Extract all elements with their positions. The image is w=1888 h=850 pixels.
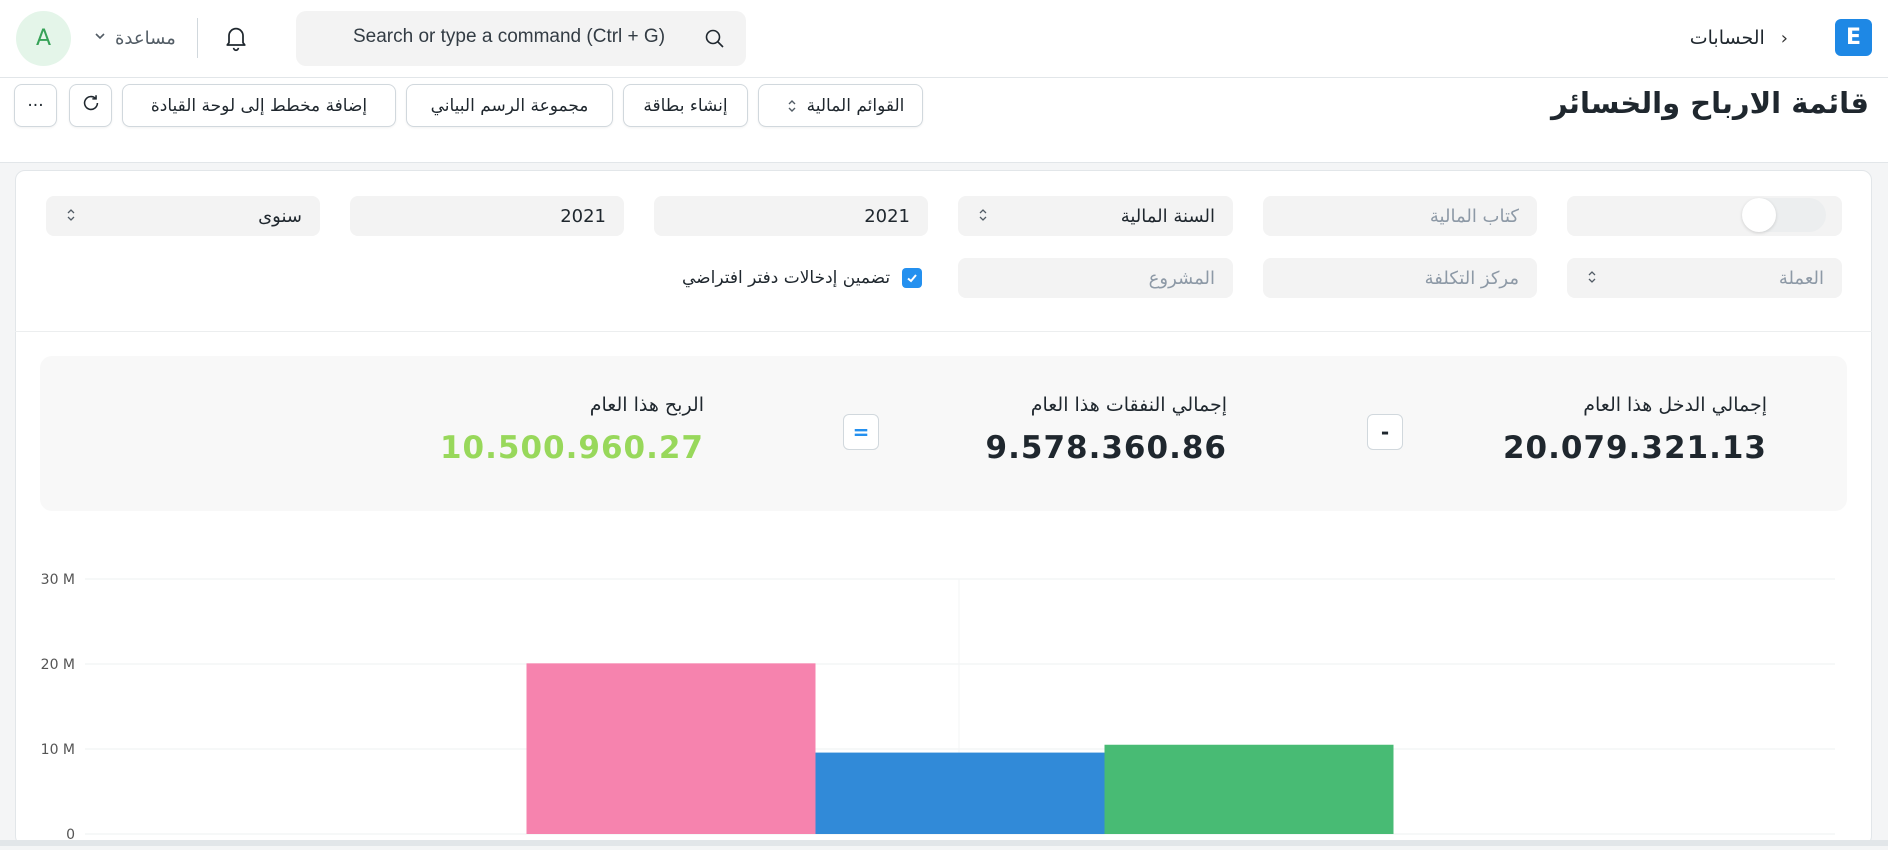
bar-series-3[interactable] xyxy=(1104,744,1394,834)
currency-select[interactable]: العملة xyxy=(1567,258,1842,298)
include-default-book-row: تضمين إدخالات دفتر افتراضي xyxy=(682,266,923,290)
y-tick-label: 20 M xyxy=(41,657,75,673)
create-card-label: إنشاء بطاقة xyxy=(643,95,728,116)
from-year-field[interactable]: 2021 xyxy=(654,196,928,236)
help-dropdown[interactable]: مساعدة xyxy=(93,24,176,52)
select-arrows-icon xyxy=(978,207,988,223)
profit-label: الربح هذا العام xyxy=(589,394,704,416)
income-label: إجمالي الدخل هذا العام xyxy=(1583,394,1767,416)
finance-book-field[interactable]: كتاب المالية xyxy=(1263,196,1537,236)
help-label: مساعدة xyxy=(115,27,176,49)
profit-value: 10.500.960.27 xyxy=(439,430,704,466)
app-logo[interactable]: E xyxy=(1835,19,1872,56)
profit-summary: الربح هذا العام 10.500.960.27 xyxy=(440,394,704,466)
from-year-value: 2021 xyxy=(864,205,910,227)
to-year-value: 2021 xyxy=(560,205,606,227)
to-year-field[interactable]: 2021 xyxy=(350,196,624,236)
chevron-down-icon xyxy=(93,29,107,47)
add-to-dashboard-button[interactable]: إضافة مخطط إلى لوحة القيادة xyxy=(122,84,396,127)
income-summary: إجمالي الدخل هذا العام 20.079.321.13 xyxy=(1503,394,1767,466)
horizontal-scrollbar[interactable] xyxy=(0,840,1888,846)
financial-statements-button[interactable]: القوائم المالية xyxy=(758,84,923,127)
summary-panel: إجمالي الدخل هذا العام 20.079.321.13 - إ… xyxy=(40,356,1847,511)
refresh-button[interactable] xyxy=(69,84,112,127)
add-to-dashboard-label: إضافة مخطط إلى لوحة القيادة xyxy=(150,95,368,116)
periodicity-select[interactable]: سنوى xyxy=(46,196,320,236)
chart-group-button[interactable]: مجموعة الرسم البياني xyxy=(406,84,613,127)
search-icon xyxy=(703,27,727,51)
toggle-switch[interactable] xyxy=(1742,198,1826,232)
y-tick-label: 10 M xyxy=(41,742,75,758)
chart-group-label: مجموعة الرسم البياني xyxy=(430,95,589,116)
check-icon xyxy=(907,274,917,283)
cost-center-placeholder: مركز التكلفة xyxy=(1424,267,1519,289)
minus-operator: - xyxy=(1367,414,1403,450)
navbar-divider xyxy=(197,18,198,58)
equals-operator: = xyxy=(843,414,879,450)
periodicity-value: سنوى xyxy=(258,205,302,227)
refresh-icon xyxy=(80,92,102,119)
expense-label: إجمالي النفقات هذا العام xyxy=(1030,394,1227,416)
y-tick-label: 30 M xyxy=(41,572,75,588)
project-placeholder: المشروع xyxy=(1148,267,1215,289)
bar-series-1[interactable] xyxy=(526,663,816,834)
include-default-book-label: تضمين إدخالات دفتر افتراضي xyxy=(682,268,891,288)
select-arrows-icon xyxy=(1587,269,1597,285)
filter-based-on-value: السنة المالية xyxy=(1120,205,1215,227)
logo-letter: E xyxy=(1845,25,1862,50)
equals-symbol: = xyxy=(852,420,870,444)
expense-summary: إجمالي النفقات هذا العام 9.578.360.86 xyxy=(986,394,1227,466)
expense-value: 9.578.360.86 xyxy=(985,430,1227,466)
income-value: 20.079.321.13 xyxy=(1502,430,1767,466)
search-bar[interactable]: Search or type a command (Ctrl + G) xyxy=(296,11,746,66)
project-field[interactable]: المشروع xyxy=(958,258,1233,298)
currency-placeholder: العملة xyxy=(1778,267,1824,289)
filter-based-on-select[interactable]: السنة المالية xyxy=(958,196,1233,236)
chart-area: 0 10 M 20 M 30 M xyxy=(0,540,1888,846)
breadcrumb-accounts[interactable]: الحسابات xyxy=(1690,27,1765,49)
finance-book-placeholder: كتاب المالية xyxy=(1429,205,1519,227)
bell-icon[interactable] xyxy=(222,24,250,52)
filters-divider xyxy=(15,331,1872,332)
cost-center-field[interactable]: مركز التكلفة xyxy=(1263,258,1537,298)
more-icon: ··· xyxy=(27,95,44,116)
page-title: قائمة الارباح والخسائر xyxy=(1551,86,1869,120)
include-default-book-checkbox[interactable] xyxy=(902,268,923,288)
navbar: A مساعدة Search or type a command (Ctrl … xyxy=(0,0,1888,78)
toggle-knob xyxy=(1742,198,1776,232)
avatar-letter: A xyxy=(35,26,52,51)
more-button[interactable]: ··· xyxy=(14,84,57,127)
breadcrumb-separator: › xyxy=(1780,27,1788,49)
financial-statements-label: القوائم المالية xyxy=(806,95,905,116)
page-head: قائمة الارباح والخسائر ··· إضافة مخطط إل… xyxy=(0,78,1888,163)
bar-chart: 010 M20 M30 M xyxy=(41,572,1835,843)
search-placeholder: Search or type a command (Ctrl + G) xyxy=(353,26,666,47)
bar-series-2[interactable] xyxy=(815,752,1105,834)
select-arrows-icon xyxy=(66,207,76,223)
updown-arrows-icon xyxy=(787,98,797,114)
create-card-button[interactable]: إنشاء بطاقة xyxy=(623,84,748,127)
minus-symbol: - xyxy=(1380,420,1390,444)
user-avatar[interactable]: A xyxy=(16,11,71,66)
breadcrumb: الحسابات › xyxy=(1690,22,1788,54)
